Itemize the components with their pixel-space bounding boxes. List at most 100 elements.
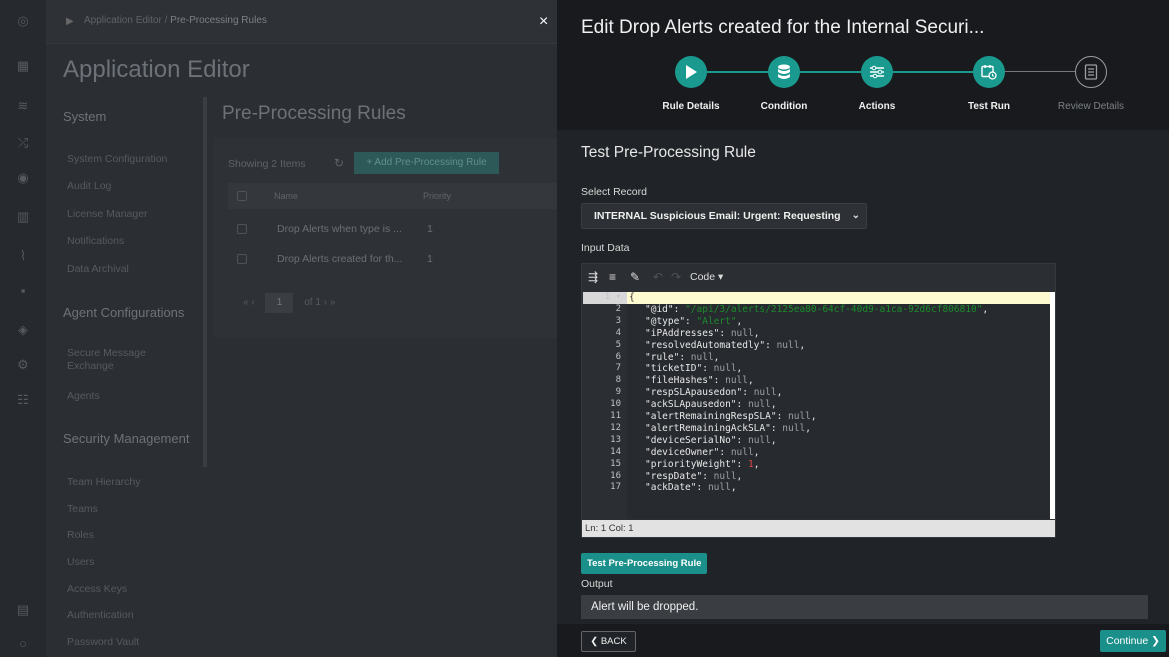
- app-editor-sidebar: System System Configuration Audit Log Li…: [46, 92, 200, 657]
- step-actions[interactable]: [861, 56, 893, 88]
- dashboard-icon[interactable]: ▦: [13, 56, 33, 76]
- json-key: "ackSLApausedon": [645, 399, 737, 410]
- breadcrumb-parent[interactable]: Application Editor: [84, 15, 162, 26]
- play-icon: [686, 65, 697, 79]
- step-connector: [893, 71, 973, 73]
- breadcrumb: Application Editor / Pre-Processing Rule…: [84, 15, 267, 26]
- json-value: null: [707, 482, 731, 493]
- step-label-review-details[interactable]: Review Details: [1046, 101, 1136, 112]
- line-number: 8: [615, 375, 621, 385]
- code-line: {: [629, 292, 635, 303]
- sidebar-item-secure-message-exchange[interactable]: Secure Message Exchange: [67, 347, 177, 373]
- column-header-priority[interactable]: Priority: [423, 191, 451, 201]
- back-button[interactable]: ❮ BACK: [581, 631, 636, 652]
- editor-toolbar: ⇶ ≡ ✎ ↶ ↷ Code ▾: [582, 264, 1055, 292]
- sidebar-toggle-icon[interactable]: ▶: [66, 16, 74, 27]
- help-icon[interactable]: ○: [13, 634, 33, 654]
- app-logo-icon: ◎: [17, 13, 29, 28]
- line-number: 2: [615, 304, 621, 314]
- sidebar-item-audit-log[interactable]: Audit Log: [67, 180, 111, 193]
- fold-marker[interactable]: 1 ▾: [583, 292, 621, 303]
- clipboard-icon[interactable]: ▤: [13, 600, 33, 620]
- sidebar-item-teams[interactable]: Teams: [67, 503, 98, 516]
- code-line: "alertRemainingAckSLA": null,: [645, 423, 811, 434]
- undo-icon[interactable]: ↶: [653, 270, 663, 284]
- close-drawer-button[interactable]: ×: [539, 13, 548, 31]
- sidebar-item-roles[interactable]: Roles: [67, 529, 94, 542]
- refresh-icon[interactable]: ↻: [334, 156, 344, 170]
- editor-status-bar: Ln: 1 Col: 1: [582, 520, 1055, 537]
- edit-rule-drawer: Edit Drop Alerts created for the Interna…: [557, 0, 1169, 657]
- step-label-rule-details[interactable]: Rule Details: [646, 101, 736, 112]
- line-number: 14: [610, 447, 621, 457]
- step-label-actions[interactable]: Actions: [832, 101, 922, 112]
- pre-processing-page-title: Pre-Processing Rules: [222, 103, 406, 124]
- sidebar-item-password-vault[interactable]: Password Vault: [67, 636, 139, 649]
- json-key: "alertRemainingAckSLA": [645, 423, 771, 434]
- sidebar-item-users[interactable]: Users: [67, 556, 94, 569]
- format-icon[interactable]: ⇶: [588, 270, 598, 284]
- page-number-input[interactable]: 1: [265, 293, 294, 313]
- sidebar-item-agents[interactable]: Agents: [67, 390, 100, 403]
- json-editor[interactable]: ⇶ ≡ ✎ ↶ ↷ Code ▾ 1 ▾ { 2 "@id": "/api/3/a…: [581, 263, 1056, 538]
- sidebar-item-data-archival[interactable]: Data Archival: [67, 263, 129, 276]
- json-value: null: [747, 435, 771, 446]
- continue-button[interactable]: Continue ❯: [1100, 630, 1166, 652]
- json-value: "Alert": [696, 316, 737, 327]
- section-title: Test Pre-Processing Rule: [581, 144, 756, 161]
- incidents-icon[interactable]: ≋: [13, 96, 33, 116]
- row-checkbox[interactable]: [237, 224, 247, 234]
- sidebar-scrollbar[interactable]: [203, 97, 207, 467]
- sidebar-item-system-configuration[interactable]: System Configuration: [67, 153, 167, 166]
- sidebar-item-authentication[interactable]: Authentication: [67, 609, 134, 622]
- sidebar-item-access-keys[interactable]: Access Keys: [67, 583, 127, 596]
- prev-page-button[interactable]: ‹: [251, 297, 254, 308]
- step-condition[interactable]: [768, 56, 800, 88]
- column-header-name[interactable]: Name: [274, 191, 298, 201]
- line-number: 4: [615, 328, 621, 338]
- select-record-dropdown[interactable]: INTERNAL Suspicious Email: Urgent: Reque…: [581, 203, 867, 229]
- json-key: "priorityWeight": [645, 459, 737, 470]
- code-line: "ackDate": null,: [645, 482, 737, 493]
- sidebar-item-notifications[interactable]: Notifications: [67, 235, 124, 248]
- next-page-button[interactable]: ›: [324, 297, 327, 308]
- sidebar-section-security-management: Security Management: [63, 431, 190, 446]
- shield-icon[interactable]: ◈: [13, 320, 33, 340]
- select-all-checkbox[interactable]: [237, 191, 247, 201]
- compass-icon[interactable]: ◉: [13, 168, 33, 188]
- line-number: 7: [615, 363, 621, 373]
- users-icon[interactable]: ☷: [13, 390, 33, 410]
- test-rule-button[interactable]: Test Pre-Processing Rule: [581, 553, 708, 574]
- step-label-condition[interactable]: Condition: [739, 101, 829, 112]
- first-page-button[interactable]: «: [243, 297, 249, 308]
- table-row-name[interactable]: Drop Alerts created for th...: [277, 253, 402, 265]
- step-connector: [707, 71, 768, 73]
- editor-scrollbar[interactable]: [1050, 292, 1055, 519]
- line-number: 12: [610, 423, 621, 433]
- wrench-icon[interactable]: ✎: [630, 270, 640, 284]
- code-line: "iPAddresses": null,: [645, 328, 760, 339]
- sidebar-item-license-manager[interactable]: License Manager: [67, 208, 148, 221]
- shuffle-icon[interactable]: ⤮: [13, 133, 33, 153]
- add-rule-button[interactable]: + Add Pre-Processing Rule: [354, 152, 499, 174]
- redo-icon[interactable]: ↷: [671, 270, 681, 284]
- row-checkbox[interactable]: [237, 254, 247, 264]
- step-review-details[interactable]: [1075, 56, 1107, 88]
- building-icon[interactable]: ▥: [13, 207, 33, 227]
- sidebar-item-team-hierarchy[interactable]: Team Hierarchy: [67, 476, 141, 489]
- step-rule-details[interactable]: [675, 56, 707, 88]
- step-test-run[interactable]: [973, 56, 1005, 88]
- code-line: "fileHashes": null,: [645, 375, 754, 386]
- grid-icon[interactable]: ▪: [13, 281, 33, 301]
- compact-icon[interactable]: ≡: [609, 270, 616, 284]
- last-page-button[interactable]: »: [330, 297, 336, 308]
- chart-icon[interactable]: ⌇: [13, 246, 33, 266]
- chevron-down-icon: ⌄: [848, 204, 860, 228]
- line-number: 15: [610, 459, 621, 469]
- mode-dropdown[interactable]: Code ▾: [690, 271, 723, 283]
- code-line: "respSLApausedon": null,: [645, 387, 783, 398]
- step-label-test-run[interactable]: Test Run: [944, 101, 1034, 112]
- code-area[interactable]: 1 ▾ { 2 "@id": "/api/3/alerts/2125ea80-64…: [583, 292, 1050, 519]
- table-row-name[interactable]: Drop Alerts when type is ...: [277, 223, 402, 235]
- settings-icon[interactable]: ⚙: [13, 355, 33, 375]
